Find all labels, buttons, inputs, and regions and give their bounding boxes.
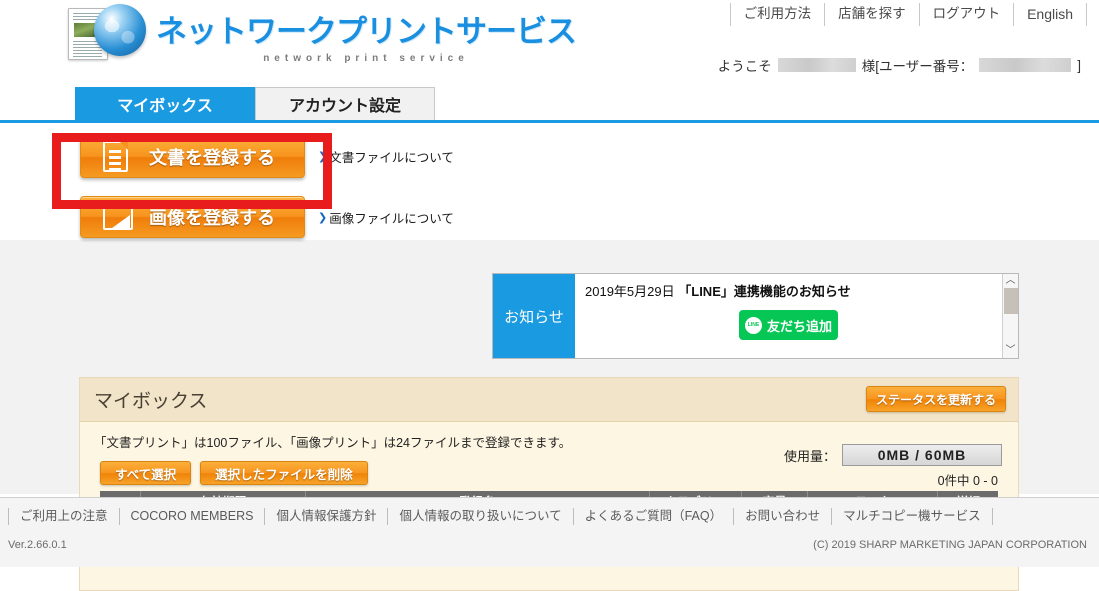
site-header: ネットワークプリントサービス network print service ご利用… [0, 0, 1099, 90]
document-file-info-label: 文書ファイルについて [329, 151, 454, 165]
tab-bar: マイボックス アカウント設定 [0, 87, 1099, 123]
footer-link-faq[interactable]: よくあるご質問（FAQ） [574, 507, 734, 525]
user-name-redacted [777, 58, 856, 72]
mybox-header: マイボックス ステータスを更新する [80, 378, 1018, 422]
scroll-up-icon[interactable]: ︿ [1006, 276, 1016, 286]
register-document-button[interactable]: 文書を登録する [80, 136, 305, 178]
register-document-label: 文書を登録する [149, 148, 275, 168]
footer-navigation: ご利用上の注意 COCORO MEMBERS 個人情報保護方針 個人情報の取り扱… [0, 498, 1099, 525]
tab-mybox[interactable]: マイボックス [75, 87, 255, 120]
logo-title: ネットワークプリントサービス [156, 14, 577, 49]
delete-selected-button-top[interactable]: 選択したファイルを削除 [200, 461, 368, 485]
record-count: 0件中 0 - 0 [937, 474, 998, 488]
footer-link-usage-notes[interactable]: ご利用上の注意 [9, 507, 119, 525]
document-icon [103, 141, 133, 173]
page-body: 文書を登録する 画像を登録する ❯ 文書ファイルについて ❯ 画像ファイルについ… [0, 123, 1099, 591]
notice-scrollbar[interactable]: ︿ ﹀ [1002, 274, 1018, 358]
register-panel: 文書を登録する 画像を登録する ❯ 文書ファイルについて ❯ 画像ファイルについ… [0, 123, 1099, 240]
notice-label: お知らせ [493, 274, 575, 358]
usage-value: 0MB / 60MB [842, 444, 1002, 466]
line-add-friend-label: 友だち追加 [766, 318, 832, 334]
globe-logo-icon [94, 4, 146, 56]
notice-title: 「LINE」連携機能のお知らせ [678, 284, 851, 299]
version-text: Ver.2.66.0.1 [8, 539, 67, 551]
scrollbar-thumb[interactable] [1003, 288, 1018, 314]
nav-how-to-use[interactable]: ご利用方法 [731, 2, 825, 26]
nav-english[interactable]: English [1014, 2, 1086, 26]
user-id-redacted [979, 58, 1072, 72]
nav-logout[interactable]: ログアウト [920, 2, 1014, 26]
welcome-middle: 様[ユーザー番号： [861, 59, 974, 74]
notice-panel: お知らせ 2019年5月29日 「LINE」連携機能のお知らせ 友だち追加 ︿ … [492, 273, 1019, 359]
mybox-title: マイボックス [94, 391, 208, 412]
footer-link-cocoro-members[interactable]: COCORO MEMBERS [120, 507, 265, 525]
notice-headline: 2019年5月29日 「LINE」連携機能のお知らせ [585, 281, 992, 300]
line-icon [744, 316, 762, 334]
copyright-text: (C) 2019 SHARP MARKETING JAPAN CORPORATI… [813, 539, 1087, 551]
document-file-info-link[interactable]: ❯ 文書ファイルについて [318, 147, 454, 166]
image-icon [103, 201, 133, 233]
select-all-button-top[interactable]: すべて選択 [100, 461, 192, 485]
image-file-info-link[interactable]: ❯ 画像ファイルについて [318, 208, 454, 227]
site-logo[interactable]: ネットワークプリントサービス network print service [68, 2, 577, 64]
footer-link-personal-info[interactable]: 個人情報の取り扱いについて [388, 507, 572, 525]
register-image-label: 画像を登録する [149, 208, 275, 228]
nav-divider [1086, 2, 1087, 26]
footer-link-contact[interactable]: お問い合わせ [734, 507, 831, 525]
footer-link-multicopy-service[interactable]: マルチコピー機サービス [832, 507, 992, 525]
arrow-right-icon: ❯ [318, 151, 328, 163]
usage-area: 使用量： 0MB / 60MB 0件中 0 - 0 [784, 444, 1002, 489]
image-file-info-label: 画像ファイルについて [329, 212, 454, 226]
welcome-suffix: ] [1077, 57, 1081, 73]
site-footer: ご利用上の注意 COCORO MEMBERS 個人情報保護方針 個人情報の取り扱… [0, 497, 1099, 567]
footer-link-privacy-policy[interactable]: 個人情報保護方針 [265, 507, 387, 525]
logo-subtitle: network print service [263, 53, 469, 64]
register-image-button[interactable]: 画像を登録する [80, 196, 305, 238]
top-navigation: ご利用方法 店舗を探す ログアウト English [729, 2, 1087, 26]
welcome-message: ようこそ 様[ユーザー番号： ] [718, 55, 1081, 75]
welcome-prefix: ようこそ [717, 59, 772, 74]
arrow-right-icon: ❯ [318, 212, 328, 224]
refresh-status-button[interactable]: ステータスを更新する [865, 386, 1006, 412]
line-add-friend-button[interactable]: 友だち追加 [739, 310, 838, 340]
tab-account-settings[interactable]: アカウント設定 [255, 87, 435, 120]
scroll-down-icon[interactable]: ﹀ [1006, 346, 1016, 356]
notice-date: 2019年5月29日 [585, 284, 675, 299]
nav-find-store[interactable]: 店舗を探す [825, 2, 919, 26]
notice-content: 2019年5月29日 「LINE」連携機能のお知らせ 友だち追加 [575, 274, 1002, 358]
usage-label: 使用量： [783, 448, 836, 464]
